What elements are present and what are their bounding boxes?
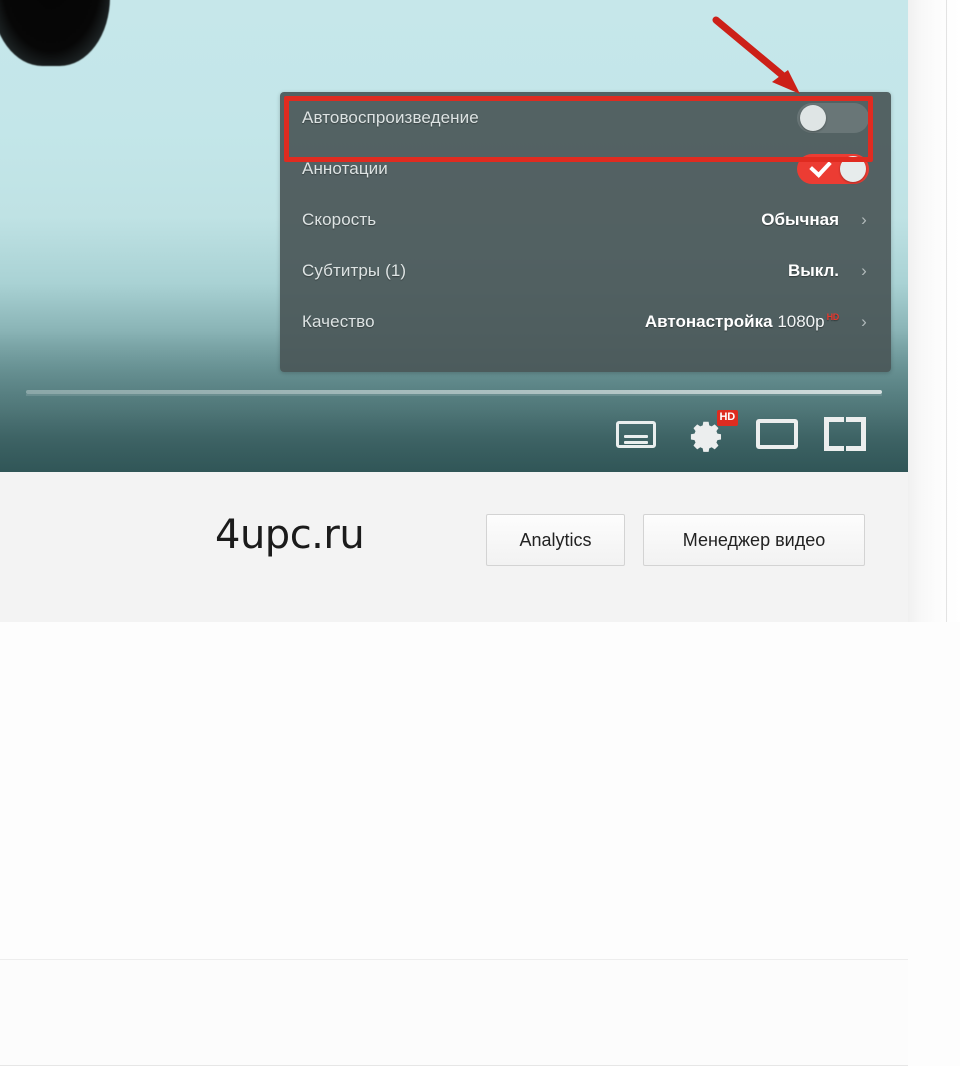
chevron-right-icon: › bbox=[861, 312, 867, 331]
annotations-toggle[interactable] bbox=[797, 153, 869, 184]
menu-row-label: Субтитры (1) bbox=[302, 260, 407, 280]
fullscreen-corner-br bbox=[846, 433, 866, 451]
menu-row-quality[interactable]: Качество Автонастройка 1080p HD › bbox=[280, 296, 891, 347]
menu-row-label: Аннотации bbox=[302, 158, 388, 178]
menu-row-value: Обычная bbox=[761, 209, 839, 229]
autoplay-toggle[interactable] bbox=[797, 102, 869, 133]
menu-row-annotations[interactable]: Аннотации bbox=[280, 143, 891, 194]
video-manager-button[interactable]: Менеджер видео bbox=[643, 514, 865, 566]
fullscreen-corner-bl bbox=[824, 433, 844, 451]
menu-row-value: Автонастройка 1080p HD bbox=[645, 312, 839, 332]
settings-button[interactable]: HD bbox=[678, 408, 738, 460]
page-right-rail bbox=[908, 0, 960, 622]
toggle-knob bbox=[800, 104, 826, 131]
analytics-button[interactable]: Analytics bbox=[486, 514, 625, 566]
page-content-bar bbox=[0, 959, 908, 1066]
player-controls[interactable]: HD bbox=[600, 408, 890, 460]
menu-row-speed[interactable]: Скорость Обычная › bbox=[280, 194, 891, 245]
fullscreen-button[interactable] bbox=[818, 408, 872, 460]
subtitles-button[interactable] bbox=[612, 408, 660, 460]
fullscreen-icon bbox=[824, 417, 866, 451]
menu-row-label: Автовоспроизведение bbox=[302, 107, 479, 127]
quality-resolution-text: 1080p bbox=[777, 311, 825, 331]
menu-row-label: Скорость bbox=[302, 209, 377, 229]
page-rail-divider bbox=[946, 0, 947, 622]
video-player[interactable]: Автовоспроизведение Аннотации Скорость О… bbox=[0, 0, 908, 472]
menu-row-label: Качество bbox=[302, 311, 375, 331]
menu-row-value: Выкл. bbox=[787, 260, 839, 280]
video-progress-bar-track bbox=[26, 394, 882, 396]
chevron-right-icon: › bbox=[861, 210, 867, 229]
settings-menu-panel[interactable]: Автовоспроизведение Аннотации Скорость О… bbox=[280, 92, 891, 372]
theater-mode-icon bbox=[756, 419, 798, 449]
chevron-right-icon: › bbox=[861, 261, 867, 280]
hd-badge-superscript: HD bbox=[826, 311, 840, 322]
check-icon bbox=[809, 154, 832, 178]
hd-badge: HD bbox=[716, 410, 738, 426]
menu-row-subtitles[interactable]: Субтитры (1) Выкл. › bbox=[280, 245, 891, 296]
subtitles-icon bbox=[616, 420, 656, 448]
toggle-knob bbox=[840, 155, 866, 182]
site-watermark: 4upc.ru bbox=[215, 512, 365, 558]
theater-mode-button[interactable] bbox=[752, 408, 802, 460]
menu-row-autoplay[interactable]: Автовоспроизведение bbox=[280, 92, 891, 143]
quality-value-text: Автонастройка bbox=[644, 311, 773, 331]
